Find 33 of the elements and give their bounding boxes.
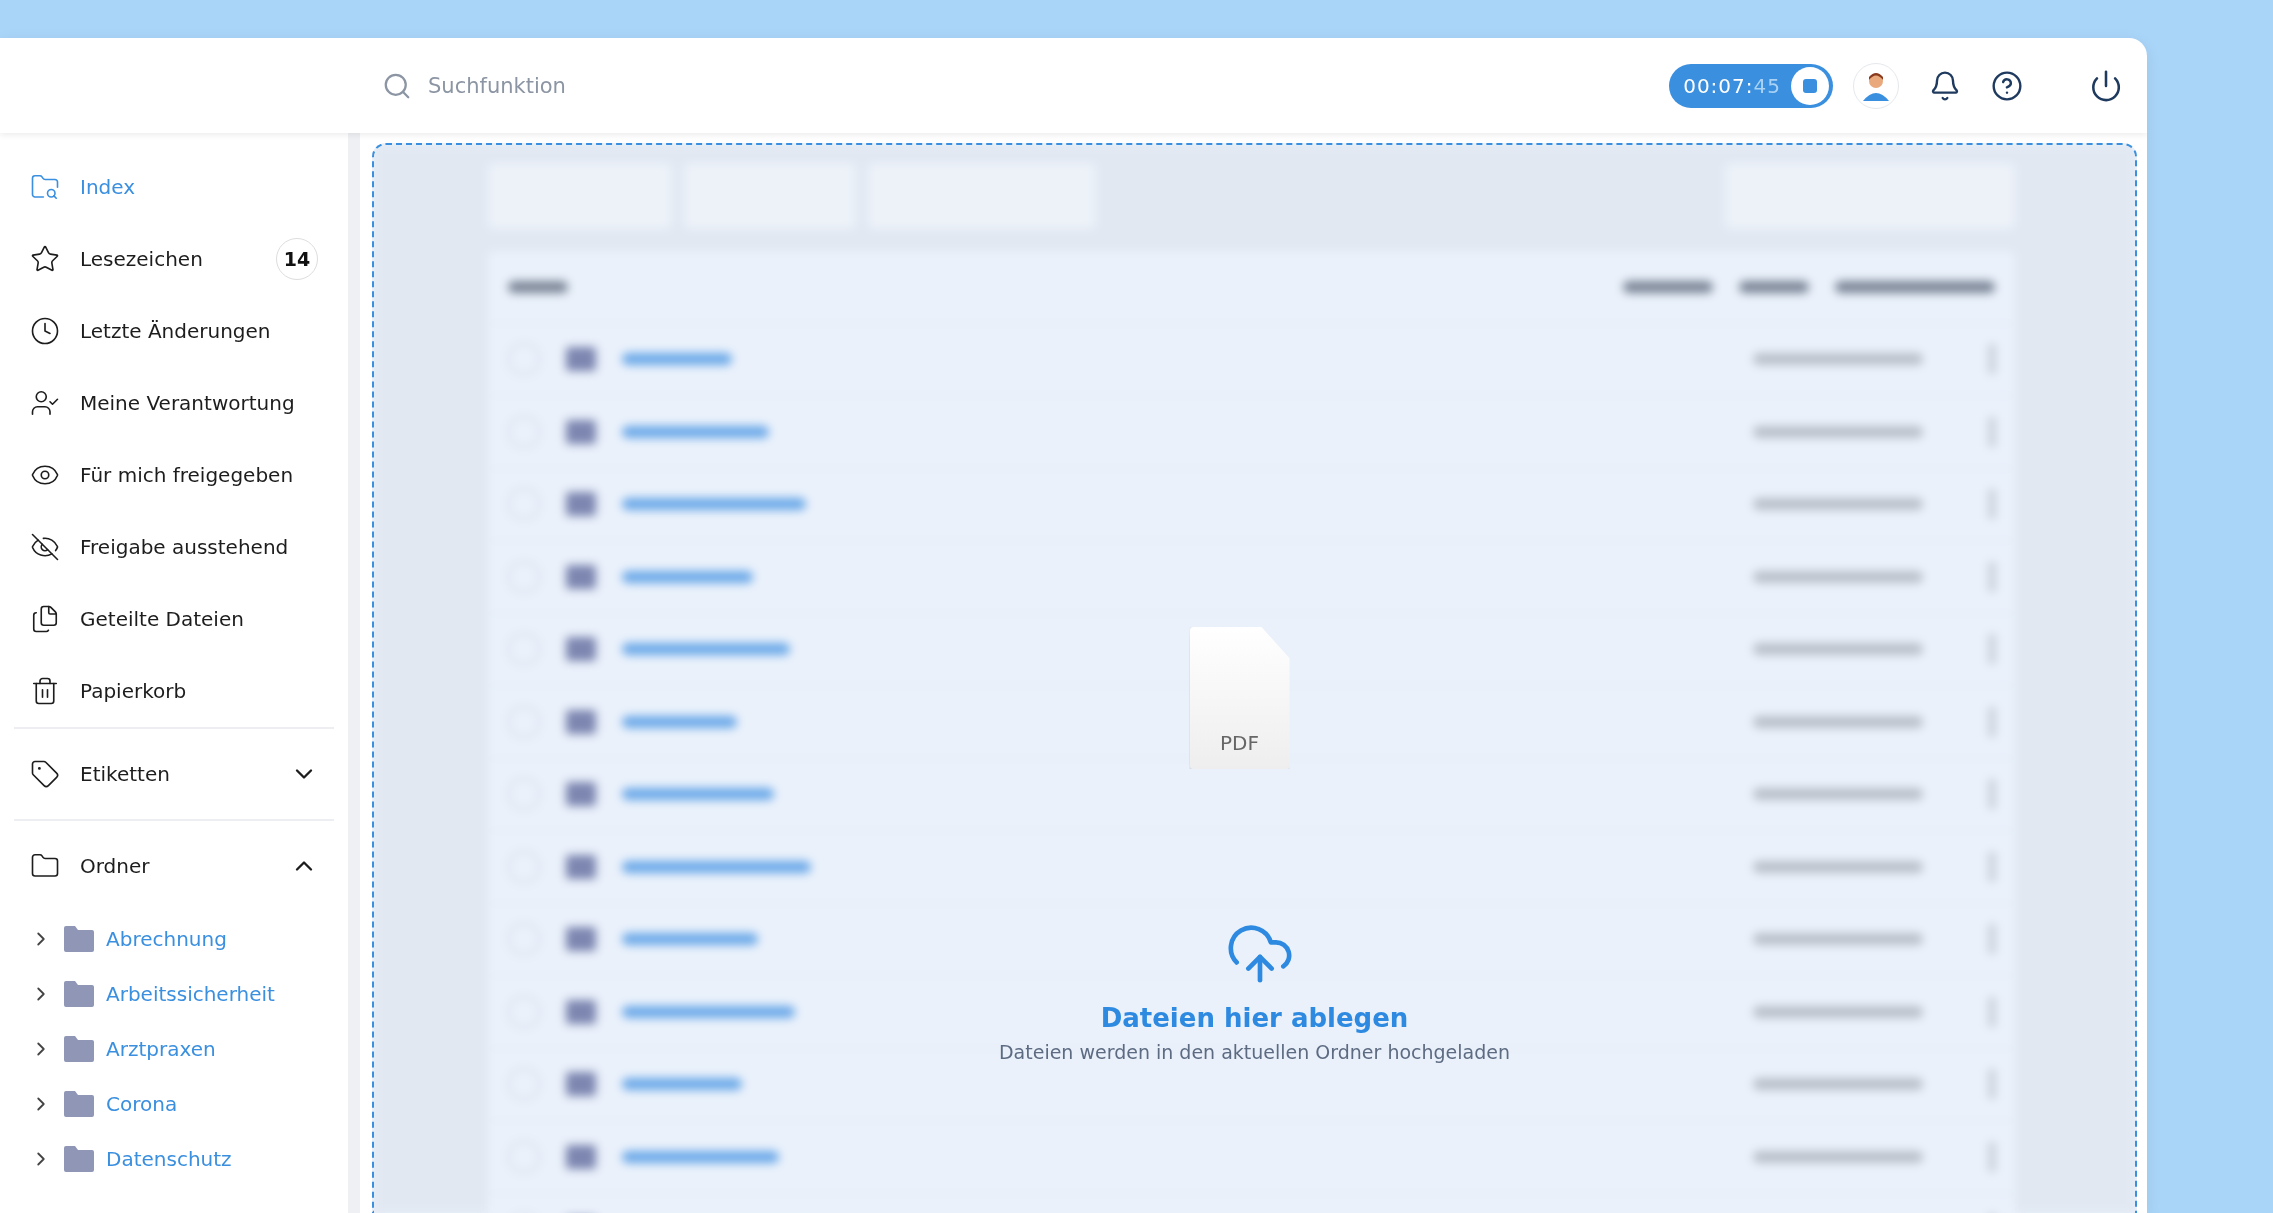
folder-icon — [64, 1090, 94, 1117]
clock-icon — [30, 316, 60, 346]
folder-icon — [64, 925, 94, 952]
section-header[interactable]: Etiketten — [14, 729, 334, 819]
trash-icon — [30, 676, 60, 706]
folder-icon — [64, 1035, 94, 1062]
sidebar-item[interactable]: Für mich freigegeben — [14, 439, 334, 511]
power-icon[interactable] — [2089, 68, 2123, 103]
help-icon[interactable] — [1991, 69, 2023, 102]
star-icon — [30, 244, 60, 274]
sidebar-item[interactable]: Meine Verantwortung — [14, 367, 334, 439]
tag-icon — [30, 759, 60, 789]
bell-icon[interactable] — [1929, 69, 1961, 102]
timer-text: 00:07:45 — [1683, 73, 1781, 98]
documents-icon — [30, 604, 60, 634]
drop-zone[interactable]: PDF Dateien hier ablegen Dateien werden in den aktuellen Ordner hochgeladen — [372, 143, 2137, 1213]
sidebar-item[interactable]: Lesezeichen 14 — [14, 223, 334, 295]
section-header[interactable]: Ordner — [14, 821, 334, 911]
sidebar-item[interactable]: Geteilte Dateien — [14, 583, 334, 655]
sidebar-item[interactable]: Letzte Änderungen — [14, 295, 334, 367]
folder-tree-item[interactable]: Corona — [14, 1076, 334, 1131]
avatar[interactable] — [1853, 62, 1899, 109]
eye-off-icon — [30, 532, 60, 562]
user-check-icon — [30, 388, 60, 418]
folder-icon — [64, 980, 94, 1007]
pdf-file-icon: PDF — [1189, 627, 1290, 769]
sidebar-item[interactable]: Freigabe ausstehend — [14, 511, 334, 583]
sidebar-item[interactable]: Papierkorb — [14, 655, 334, 727]
folder-icon — [64, 1145, 94, 1172]
drop-title: Dateien hier ablegen — [1100, 1003, 1409, 1033]
folder-search-icon — [30, 172, 60, 202]
stop-button[interactable] — [1791, 66, 1829, 105]
drop-hint: Dateien werden in den aktuellen Ordner hochgeladen — [998, 1041, 1510, 1063]
